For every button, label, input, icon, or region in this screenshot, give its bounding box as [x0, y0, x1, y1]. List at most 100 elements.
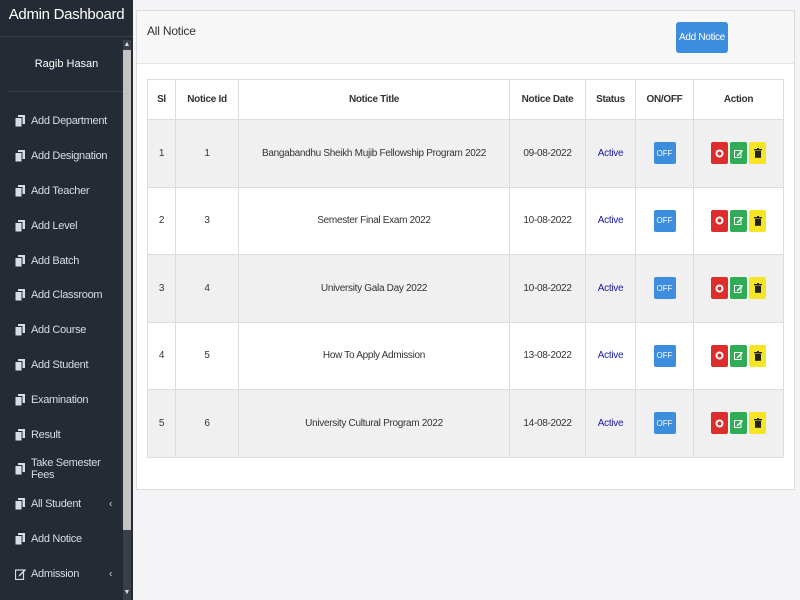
view-button[interactable]	[711, 344, 728, 367]
cell-notice-id: 6	[175, 389, 239, 458]
delete-button[interactable]	[749, 277, 766, 300]
sidebar-nav: Add Department Add Designation Add Teacher…	[0, 104, 122, 591]
cell-action	[693, 321, 784, 390]
cell-sl: 2	[147, 186, 176, 255]
sidebar-item-add-teacher[interactable]: Add Teacher	[0, 174, 122, 209]
cell-notice-date: 14-08-2022	[509, 389, 586, 458]
chevron-left-icon[interactable]: ‹	[109, 499, 112, 510]
edit-button[interactable]	[730, 277, 747, 300]
cell-status: Active	[585, 321, 636, 390]
sidebar-item-admission[interactable]: Admission ‹	[0, 556, 122, 591]
scroll-down-arrow-icon[interactable]: ▼	[123, 588, 131, 598]
view-button[interactable]	[711, 142, 728, 165]
sidebar-item-add-course[interactable]: Add Course	[0, 313, 122, 348]
delete-button[interactable]	[749, 209, 766, 232]
sidebar-item-label: Result	[31, 428, 61, 441]
edit-button[interactable]	[730, 209, 747, 232]
edit-icon	[14, 568, 26, 580]
edit-icon	[734, 419, 743, 428]
edit-button[interactable]	[730, 142, 747, 165]
cell-action	[693, 254, 784, 323]
view-button[interactable]	[711, 412, 728, 435]
sidebar-item-add-level[interactable]: Add Level	[0, 208, 122, 243]
cell-notice-title: University Gala Day 2022	[238, 254, 510, 323]
sidebar-item-label: Add Batch	[31, 254, 80, 267]
sidebar-item-take-semester-fees[interactable]: Take Semester Fees	[0, 452, 122, 487]
cell-notice-date: 13-08-2022	[509, 321, 586, 390]
add-notice-button[interactable]: Add Notice	[676, 22, 728, 53]
scroll-up-arrow-icon[interactable]: ▲	[123, 40, 131, 50]
status-badge: Active	[597, 417, 624, 429]
cell-notice-date: 10-08-2022	[509, 254, 586, 323]
sidebar-item-label: Add Course	[31, 324, 87, 337]
copy-icon	[14, 428, 25, 442]
table-body: 1 1 Bangabandhu Sheikh Mujib Fellowship Pr…	[147, 119, 784, 458]
user-name-label: Ragib Hasan	[34, 58, 99, 70]
toggle-off-button[interactable]: OFF	[653, 142, 676, 165]
delete-button[interactable]	[749, 142, 766, 165]
sidebar-item-label: Add Teacher	[31, 184, 90, 197]
notice-table: Sl Notice Id Notice Title Notice Date St…	[147, 79, 784, 458]
notice-card: All Notice Add Notice Sl Notice Id Notic…	[136, 10, 795, 490]
header-action: Action	[693, 79, 784, 120]
trash-icon	[753, 350, 762, 361]
view-button[interactable]	[711, 209, 728, 232]
toggle-off-button[interactable]: OFF	[653, 209, 676, 232]
header-on-off: ON/OFF	[635, 79, 694, 120]
action-buttons	[694, 209, 783, 232]
cell-action	[693, 389, 784, 458]
status-badge: Active	[597, 350, 624, 362]
view-button[interactable]	[711, 277, 728, 300]
sidebar-item-add-student[interactable]: Add Student	[0, 348, 122, 383]
copy-icon	[14, 150, 25, 163]
sidebar-item-label: Take Semester Fees	[31, 457, 101, 482]
cell-action	[693, 119, 784, 188]
copy-icon	[14, 463, 25, 476]
delete-button[interactable]	[749, 344, 766, 367]
cell-notice-date: 10-08-2022	[509, 186, 586, 255]
copy-icon	[14, 324, 25, 337]
cell-status: Active	[585, 186, 636, 255]
copy-icon	[14, 184, 25, 198]
edit-icon	[734, 351, 743, 361]
sidebar-item-all-student[interactable]: All Student ‹	[0, 487, 122, 522]
edit-icon	[734, 149, 743, 158]
copy-icon	[14, 254, 25, 268]
sidebar-item-add-batch[interactable]: Add Batch	[0, 243, 122, 278]
sidebar-item-examination[interactable]: Examination	[0, 382, 122, 417]
table-row: 4 5 How To Apply Admission 13-08-2022 Active…	[147, 321, 784, 390]
status-badge: Active	[597, 282, 624, 294]
cell-notice-id: 4	[175, 254, 239, 323]
sidebar-item-label: Add Classroom	[31, 289, 103, 302]
toggle-off-button[interactable]: OFF	[653, 277, 676, 300]
sidebar-item-add-notice[interactable]: Add Notice	[0, 522, 122, 557]
cell-sl: 5	[147, 389, 176, 458]
card-header: All Notice Add Notice	[137, 11, 794, 64]
sidebar-item-add-designation[interactable]: Add Designation	[0, 139, 122, 174]
edit-button[interactable]	[730, 344, 747, 367]
sidebar-item-label: Add Level	[31, 219, 78, 232]
cell-on-off: OFF	[635, 119, 694, 188]
action-buttons	[694, 344, 783, 367]
sidebar-item-label: Add Department	[31, 115, 107, 128]
sidebar-item-result[interactable]: Result	[0, 417, 122, 452]
status-badge: Active	[597, 215, 624, 227]
cell-notice-date: 09-08-2022	[509, 119, 586, 188]
toggle-off-button[interactable]: OFF	[653, 412, 676, 435]
edit-button[interactable]	[730, 412, 747, 435]
cell-on-off: OFF	[635, 254, 694, 323]
action-buttons	[694, 142, 783, 165]
sidebar-item-add-classroom[interactable]: Add Classroom	[0, 278, 122, 313]
sidebar-item-add-department[interactable]: Add Department	[0, 104, 122, 139]
table-row: 3 4 University Gala Day 2022 10-08-2022 Acti…	[147, 254, 784, 323]
delete-button[interactable]	[749, 412, 766, 435]
copy-icon	[14, 358, 25, 372]
cell-sl: 4	[147, 321, 176, 390]
trash-icon	[753, 215, 762, 226]
sidebar-scrollbar-thumb[interactable]	[123, 50, 131, 530]
cell-sl: 3	[147, 254, 176, 323]
toggle-off-button[interactable]: OFF	[653, 344, 676, 367]
chevron-left-icon[interactable]: ‹	[109, 568, 112, 579]
copy-icon	[14, 393, 25, 407]
sidebar: Admin Dashboard Ragib Hasan Add Departme…	[0, 0, 133, 600]
